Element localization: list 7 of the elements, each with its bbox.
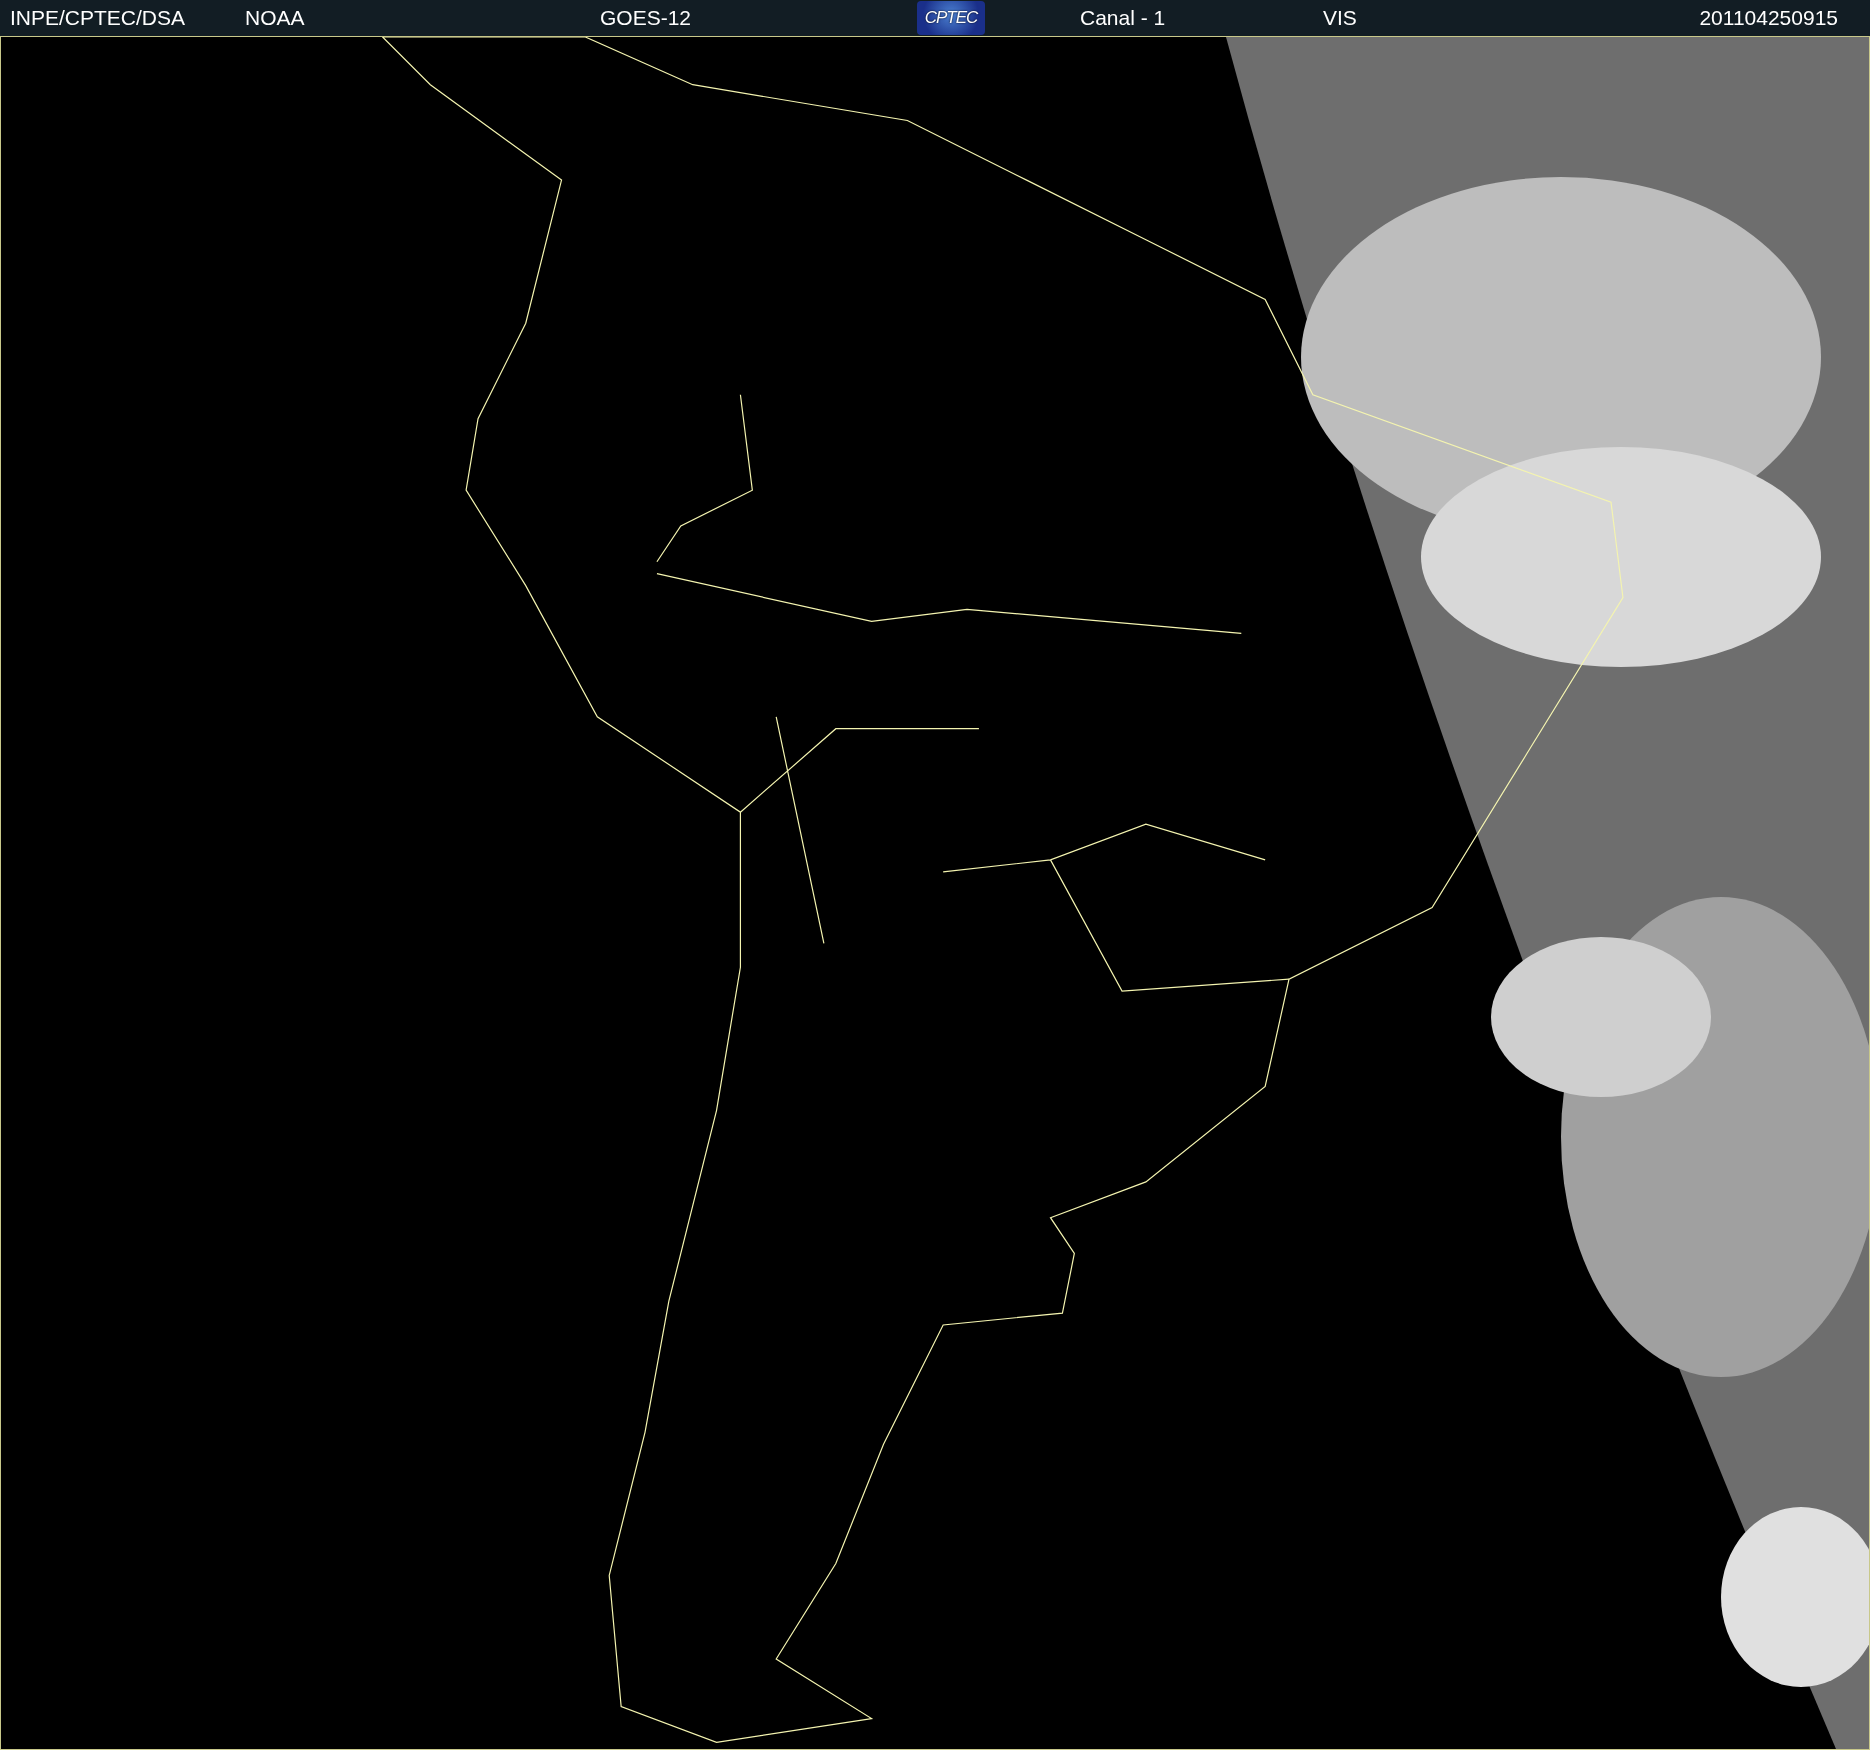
logo: CPTEC bbox=[917, 1, 985, 35]
source-label: INPE/CPTEC/DSA bbox=[10, 6, 187, 30]
band-label: VIS bbox=[1323, 6, 1358, 30]
agency-label: NOAA bbox=[245, 6, 306, 30]
channel-label: Canal - 1 bbox=[1080, 6, 1167, 30]
timestamp: 201104250915 bbox=[1699, 6, 1838, 30]
satellite-label: GOES-12 bbox=[600, 6, 693, 30]
